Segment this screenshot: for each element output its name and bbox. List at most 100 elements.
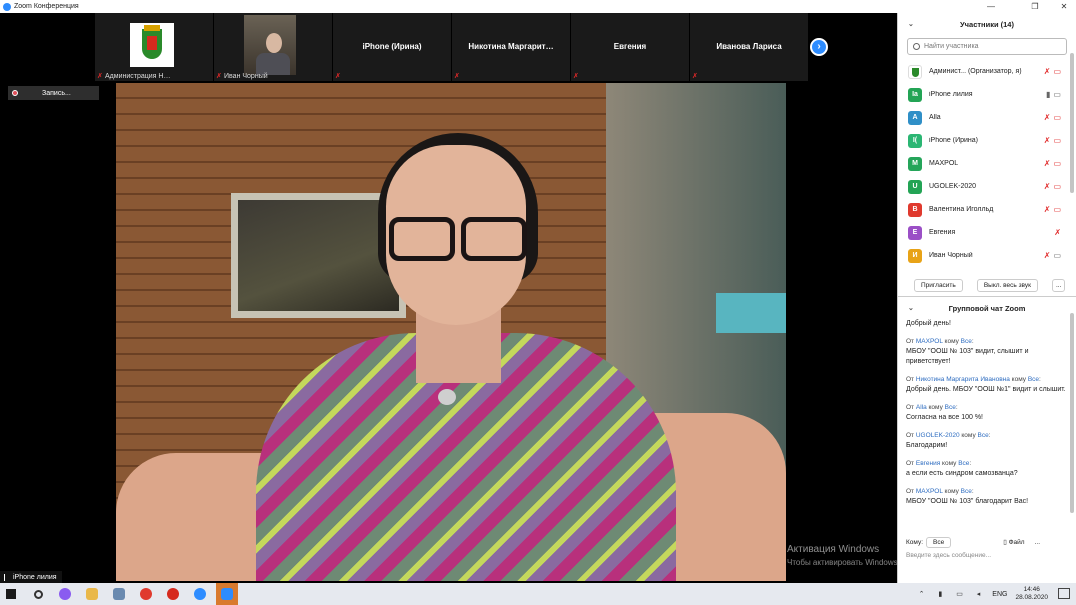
tile-label: Администрация Н… — [105, 73, 171, 80]
message-text: а если есть синдром самозванца? — [906, 470, 1018, 477]
yandex-icon[interactable] — [162, 583, 184, 605]
tile-name: Никотина Маргарит… — [468, 42, 554, 51]
participant-tile[interactable]: ✗ Администрация Н… — [95, 13, 213, 81]
participant-name: Евгения — [929, 229, 956, 236]
self-view-name: iPhone лилия — [13, 573, 57, 581]
chat-message: От Евгения кому Все: а если есть синдром… — [906, 459, 1068, 479]
search-icon[interactable] — [27, 583, 49, 605]
recipient-dropdown[interactable]: Все — [926, 536, 952, 548]
record-button[interactable]: Запись... — [8, 86, 99, 100]
tray-icons[interactable]: ⌃ ▮ ▭ ◂ — [919, 590, 987, 598]
file-button[interactable]: ▯ Файл — [1003, 538, 1024, 546]
collapse-chevron-icon[interactable]: ⌄ — [908, 304, 914, 312]
avatar: Ia — [908, 87, 922, 102]
message-sender[interactable]: MAXPOL — [916, 488, 943, 495]
chat-input[interactable]: Введите здесь сообщение... — [906, 552, 1069, 559]
chat-scrollbar[interactable] — [1070, 313, 1074, 513]
mic-video-off-icons: ✗▭ — [1043, 159, 1064, 168]
chat-message: От Никотина Маргарита Ивановна кому Все:… — [906, 375, 1068, 395]
record-label: Запись... — [42, 89, 71, 97]
assistant-icon[interactable] — [54, 583, 76, 605]
participant-name: Alla — [929, 114, 941, 121]
participant-strip: ✗ Администрация Н… ✗ Иван Чорный iPhone (И… — [95, 13, 809, 81]
side-panel: ⌄ Участники (14) Найти участника Админис… — [897, 13, 1076, 583]
minimize-button[interactable]: — — [981, 0, 1001, 13]
more-button[interactable]: ... — [1051, 279, 1066, 292]
message-recipient: Все — [1027, 376, 1040, 383]
invite-button[interactable]: Пригласить — [914, 279, 963, 292]
zoom-meeting-taskbar-icon[interactable] — [216, 583, 238, 605]
close-button[interactable]: ✕ — [1054, 0, 1074, 13]
mic-video-off-icons: ✗▭ — [1043, 113, 1064, 122]
participant-name: iPhone (Ирина) — [929, 137, 978, 144]
next-page-icon[interactable]: › — [810, 38, 828, 56]
chat-message: От MAXPOL кому Все: МБОУ "ООШ № 103" вид… — [906, 337, 1068, 367]
notifications-icon[interactable] — [1058, 588, 1070, 599]
message-recipient: Все — [977, 432, 989, 439]
clock-date: 28.08.2020 — [1015, 594, 1048, 601]
clock[interactable]: 14:46 28.08.2020 — [1015, 586, 1048, 602]
participant-row[interactable]: В Валентина Иголльд ✗▭ — [898, 198, 1076, 221]
self-view-label: iPhone лилия — [0, 571, 62, 583]
participant-row[interactable]: A Alla ✗▭ — [898, 106, 1076, 129]
mic-muted-icon: ✗ — [97, 73, 103, 80]
file-explorer-icon[interactable] — [81, 583, 103, 605]
participants-header: ⌄ Участники (14) — [898, 13, 1076, 35]
participant-tile[interactable]: Иванова Лариса ✗ — [690, 13, 808, 81]
mic-muted-icon: ✗ — [216, 73, 222, 80]
mic-muted-icon: ✗ — [1054, 228, 1064, 237]
language-indicator[interactable]: ENG — [992, 591, 1007, 598]
participant-tile[interactable]: Никотина Маргарит… ✗ — [452, 13, 570, 81]
message-sender[interactable]: UGOLEK-2020 — [916, 432, 960, 439]
chat-message: От UGOLEK-2020 кому Все: Благодарим! — [906, 431, 1068, 451]
mic-muted-icon: ✗ — [573, 73, 579, 80]
participant-row[interactable]: U UGOLEK-2020 ✗▭ — [898, 175, 1076, 198]
avatar: В — [908, 202, 922, 217]
participant-row[interactable]: Е Евгения ✗ — [898, 221, 1076, 244]
participant-tile[interactable]: ✗ Иван Чорный — [214, 13, 332, 81]
avatar: M — [908, 156, 922, 171]
signal-icon — [4, 573, 11, 581]
maximize-button[interactable]: ❐ — [1025, 0, 1045, 13]
chat-message: Добрый день! — [906, 319, 1068, 329]
record-dot-icon — [12, 90, 18, 96]
participant-tile[interactable]: iPhone (Ирина) ✗ — [333, 13, 451, 81]
avatar: U — [908, 179, 922, 194]
zoom-logo-icon — [3, 2, 11, 11]
message-sender[interactable]: Никотина Маргарита Ивановна — [916, 376, 1010, 383]
start-button[interactable] — [0, 583, 22, 605]
message-recipient: Все — [958, 460, 970, 467]
participant-name: UGOLEK-2020 — [929, 183, 977, 190]
participant-row[interactable]: Админист... (Организатор, я) ✗▭ — [898, 60, 1076, 83]
participants-scrollbar[interactable] — [1070, 53, 1074, 193]
participant-name: Админист... (Организатор, я) — [929, 68, 1022, 75]
photos-icon[interactable] — [108, 583, 130, 605]
message-recipient: Все — [944, 404, 956, 411]
search-icon — [913, 43, 920, 50]
mute-all-button[interactable]: Выкл. весь звук — [976, 279, 1038, 292]
tile-name: Евгения — [613, 42, 647, 51]
chat-more-button[interactable]: ... — [1035, 539, 1040, 546]
participant-name: MAXPOL — [929, 160, 959, 167]
participant-row[interactable]: И Иван Чорный ✗▭ — [898, 244, 1076, 267]
participant-row[interactable]: Ia iPhone лилия ▮▭ — [898, 83, 1076, 106]
message-sender[interactable]: MAXPOL — [916, 338, 943, 345]
participant-tile[interactable]: Евгения ✗ — [571, 13, 689, 81]
participant-row[interactable]: I( iPhone (Ирина) ✗▭ — [898, 129, 1076, 152]
message-text: Согласна на все 100 %! — [906, 414, 984, 421]
message-sender[interactable]: Евгения — [916, 460, 942, 467]
collapse-chevron-icon[interactable]: ⌄ — [908, 20, 914, 28]
yandex-browser-icon[interactable] — [135, 583, 157, 605]
mic-muted-icon: ✗ — [454, 73, 460, 80]
participant-row[interactable]: M MAXPOL ✗▭ — [898, 152, 1076, 175]
zoom-taskbar-icon[interactable] — [189, 583, 211, 605]
clock-time: 14:46 — [1023, 586, 1040, 593]
mic-video-off-icons: ✗▭ — [1043, 67, 1064, 76]
coat-of-arms-image — [130, 23, 174, 67]
message-text: Добрый день! — [906, 320, 951, 327]
message-sender[interactable]: Alla — [916, 404, 927, 411]
participant-search-input[interactable]: Найти участника — [907, 38, 1067, 55]
chat-message: От Alla кому Все: Согласна на все 100 %! — [906, 403, 1068, 423]
mic-video-icons: ▮▭ — [1046, 90, 1064, 99]
chat-title: Групповой чат Zoom — [948, 303, 1026, 313]
